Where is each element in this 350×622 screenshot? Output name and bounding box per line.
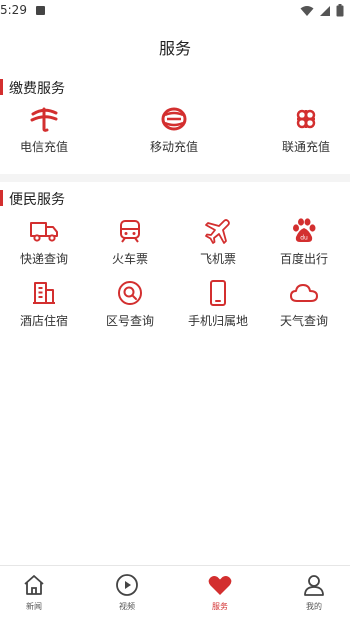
baidu-paw-icon: du (287, 214, 321, 248)
section-convenience-title: 便民服务 (9, 192, 65, 208)
status-icons (300, 4, 344, 17)
service-hotel[interactable]: 酒店住宿 (4, 276, 84, 329)
service-label: 快递查询 (19, 252, 68, 266)
section-accent-bar (0, 79, 3, 95)
phone-icon (201, 276, 235, 310)
china-unicom-logo-icon (289, 102, 323, 136)
play-icon (97, 571, 157, 599)
service-mobile-recharge[interactable]: 移动充值 (134, 102, 214, 155)
tab-label: 视频 (119, 602, 135, 611)
service-telecom-recharge[interactable]: 电信充值 (4, 102, 84, 155)
battery-icon (336, 4, 344, 17)
service-label: 联通充值 (281, 140, 330, 154)
service-label: 酒店住宿 (19, 314, 68, 328)
service-baidu-travel[interactable]: du 百度出行 (264, 214, 344, 267)
section-divider (0, 174, 350, 182)
bottom-tab-bar: 新闻 视频 服务 我的 (0, 565, 350, 622)
train-icon (113, 214, 147, 248)
tab-label: 服务 (212, 602, 228, 611)
service-area-code-query[interactable]: 区号查询 (90, 276, 170, 329)
service-label: 火车票 (111, 252, 148, 266)
tab-mine[interactable]: 我的 (284, 571, 344, 612)
service-weather-query[interactable]: 天气查询 (264, 276, 344, 329)
airplane-icon (201, 214, 235, 248)
service-unicom-recharge[interactable]: 联通充值 (266, 102, 346, 155)
china-mobile-logo-icon (157, 102, 191, 136)
section-convenience-header: 便民服务 (0, 187, 350, 209)
notification-icon (36, 6, 45, 15)
service-label: 电信充值 (19, 140, 68, 154)
service-label: 手机归属地 (187, 314, 248, 328)
section-payment-header: 缴费服务 (0, 76, 350, 98)
search-icon (113, 276, 147, 310)
svg-text:du: du (300, 235, 308, 242)
service-express-query[interactable]: 快递查询 (4, 214, 84, 267)
hotel-icon (27, 276, 61, 310)
section-payment-title: 缴费服务 (9, 81, 65, 97)
service-flight-ticket[interactable]: 飞机票 (178, 214, 258, 267)
person-icon (284, 571, 344, 599)
china-telecom-logo-icon (27, 102, 61, 136)
service-phone-location[interactable]: 手机归属地 (178, 276, 258, 329)
signal-icon (320, 5, 330, 16)
status-bar: 5:29 (0, 0, 350, 24)
cloud-icon (287, 276, 321, 310)
page-title: 服务 (158, 39, 191, 58)
tab-label: 新闻 (26, 602, 42, 611)
service-label: 飞机票 (199, 252, 236, 266)
tab-news[interactable]: 新闻 (4, 571, 64, 612)
section-accent-bar (0, 190, 3, 206)
status-time: 5:29 (0, 3, 27, 17)
service-label: 移动充值 (149, 140, 198, 154)
service-train-ticket[interactable]: 火车票 (90, 214, 170, 267)
tab-label: 我的 (306, 602, 322, 611)
heart-icon (190, 571, 250, 599)
service-label: 百度出行 (279, 252, 328, 266)
truck-icon (27, 214, 61, 248)
tab-service[interactable]: 服务 (190, 571, 250, 612)
service-label: 区号查询 (105, 314, 154, 328)
service-label: 天气查询 (279, 314, 328, 328)
wifi-icon (300, 5, 314, 16)
home-icon (4, 571, 64, 599)
tab-video[interactable]: 视频 (97, 571, 157, 612)
